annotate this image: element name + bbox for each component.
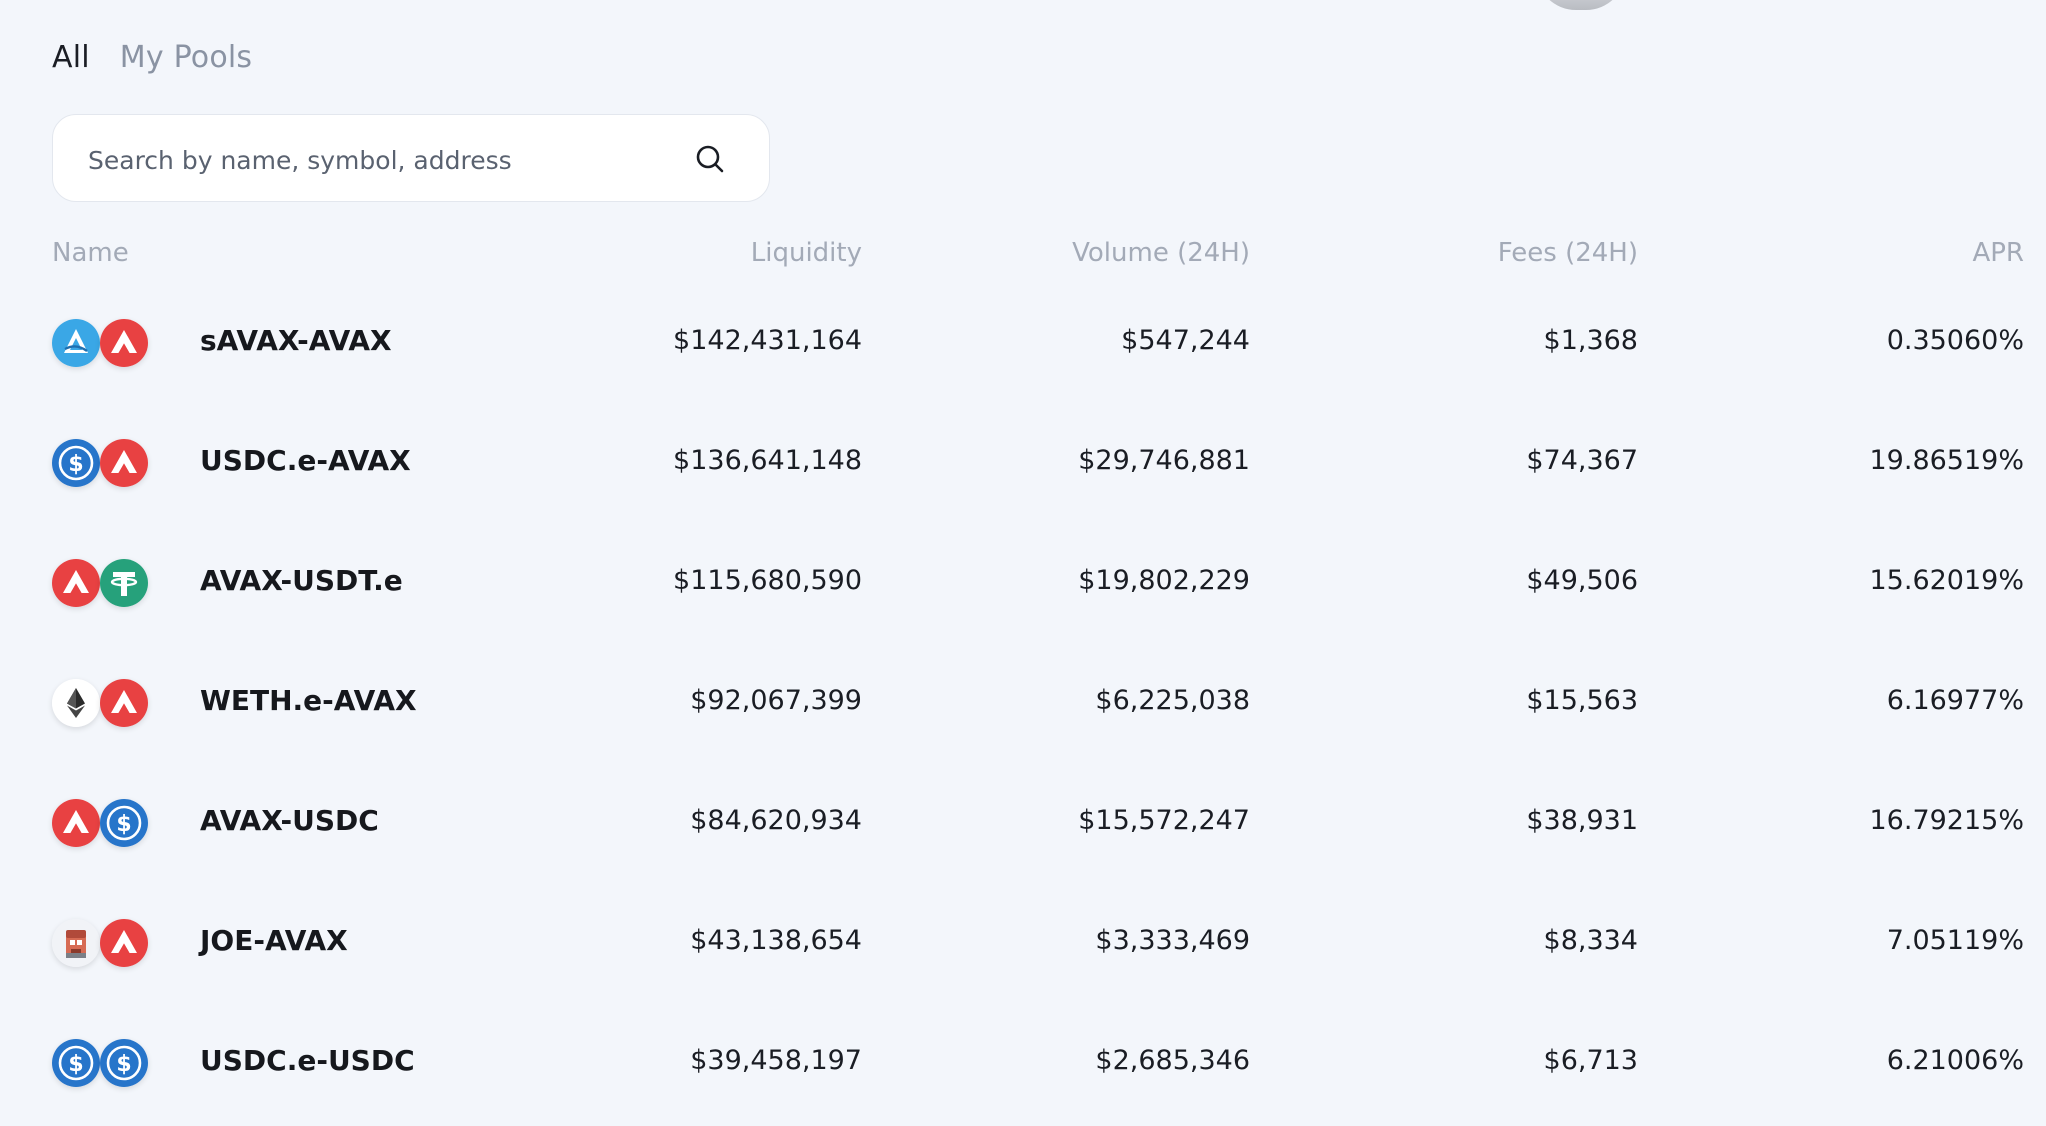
table-row[interactable]: $ $ USDC.e-USDC $39,458,197 $2,685,346 $6,713…: [52, 1012, 2024, 1112]
header-volume[interactable]: Volume (24H): [872, 238, 1250, 268]
apr-value: 7.05119%: [1886, 925, 2024, 956]
fees-value: $6,713: [1543, 1045, 1638, 1076]
tab-my-pools[interactable]: My Pools: [120, 40, 252, 75]
pool-name: USDC.e-USDC: [200, 1044, 415, 1077]
token-pair-icons: [52, 919, 162, 967]
avax-icon: [100, 319, 148, 367]
usdc-icon: $: [100, 1039, 148, 1087]
token-pair-icons: $: [52, 799, 162, 847]
volume-value: $547,244: [1121, 325, 1250, 356]
liquidity-value: $84,620,934: [690, 805, 862, 836]
token-pair-icons: $ $: [52, 1039, 162, 1087]
token-pair-icons: [52, 559, 162, 607]
fees-value: $1,368: [1543, 325, 1638, 356]
pool-name: WETH.e-AVAX: [200, 684, 417, 717]
pool-tabs: All My Pools: [52, 40, 252, 75]
liquidity-value: $115,680,590: [673, 565, 862, 596]
fees-value: $49,506: [1526, 565, 1638, 596]
svg-text:$: $: [68, 452, 83, 477]
token-pair-icons: [52, 319, 162, 367]
table-row[interactable]: WETH.e-AVAX $92,067,399 $6,225,038 $15,563 6…: [52, 652, 2024, 752]
savax-icon: [52, 319, 100, 367]
apr-value: 15.62019%: [1869, 565, 2025, 596]
apr-value: 19.86519%: [1869, 445, 2025, 476]
usdt-icon: [100, 559, 148, 607]
liquidity-value: $136,641,148: [673, 445, 862, 476]
usdc-icon: $: [100, 799, 148, 847]
apr-value: 6.21006%: [1886, 1045, 2024, 1076]
eth-icon: [52, 679, 100, 727]
pool-name: AVAX-USDT.e: [200, 564, 403, 597]
table-row[interactable]: sAVAX-AVAX $142,431,164 $547,244 $1,368 0.35…: [52, 292, 2024, 392]
liquidity-value: $92,067,399: [690, 685, 862, 716]
token-pair-icons: [52, 679, 162, 727]
joe-icon: [52, 919, 100, 967]
volume-value: $6,225,038: [1095, 685, 1250, 716]
token-pair-icons: $: [52, 439, 162, 487]
volume-value: $19,802,229: [1078, 565, 1250, 596]
search-box: [52, 114, 770, 202]
fees-value: $38,931: [1526, 805, 1638, 836]
liquidity-value: $43,138,654: [690, 925, 862, 956]
header-fees[interactable]: Fees (24H): [1260, 238, 1638, 268]
usdc-icon: $: [52, 439, 100, 487]
apr-value: 0.35060%: [1886, 325, 2024, 356]
avax-icon: [100, 439, 148, 487]
avax-icon: [52, 799, 100, 847]
avax-icon: [100, 919, 148, 967]
pool-name: AVAX-USDC: [200, 804, 379, 837]
avax-icon: [52, 559, 100, 607]
search-input[interactable]: [86, 139, 670, 181]
apr-value: 16.79215%: [1869, 805, 2025, 836]
volume-value: $3,333,469: [1095, 925, 1250, 956]
fees-value: $15,563: [1526, 685, 1638, 716]
pool-name: JOE-AVAX: [200, 924, 348, 957]
svg-text:$: $: [68, 1052, 83, 1077]
svg-text:$: $: [116, 1052, 131, 1077]
pool-name: sAVAX-AVAX: [200, 324, 392, 357]
fees-value: $8,334: [1543, 925, 1638, 956]
header-liquidity[interactable]: Liquidity: [432, 238, 862, 268]
volume-value: $2,685,346: [1095, 1045, 1250, 1076]
table-row[interactable]: AVAX-USDT.e $115,680,590 $19,802,229 $49,50…: [52, 532, 2024, 632]
fees-value: $74,367: [1526, 445, 1638, 476]
volume-value: $15,572,247: [1078, 805, 1250, 836]
volume-value: $29,746,881: [1078, 445, 1250, 476]
svg-text:$: $: [116, 812, 131, 837]
avatar[interactable]: [1536, 0, 1626, 10]
avax-icon: [100, 679, 148, 727]
tab-all[interactable]: All: [52, 40, 90, 75]
apr-value: 6.16977%: [1886, 685, 2024, 716]
liquidity-value: $142,431,164: [673, 325, 862, 356]
pool-name: USDC.e-AVAX: [200, 444, 411, 477]
table-row[interactable]: $ USDC.e-AVAX $136,641,148 $29,746,881 $74,3…: [52, 412, 2024, 512]
table-row[interactable]: $ AVAX-USDC $84,620,934 $15,572,247 $38,931 1…: [52, 772, 2024, 872]
usdc-icon: $: [52, 1039, 100, 1087]
header-name[interactable]: Name: [52, 238, 129, 268]
liquidity-value: $39,458,197: [690, 1045, 862, 1076]
search-icon[interactable]: [695, 144, 725, 174]
table-row[interactable]: JOE-AVAX $43,138,654 $3,333,469 $8,334 7.051…: [52, 892, 2024, 992]
header-apr[interactable]: APR: [1648, 238, 2024, 268]
